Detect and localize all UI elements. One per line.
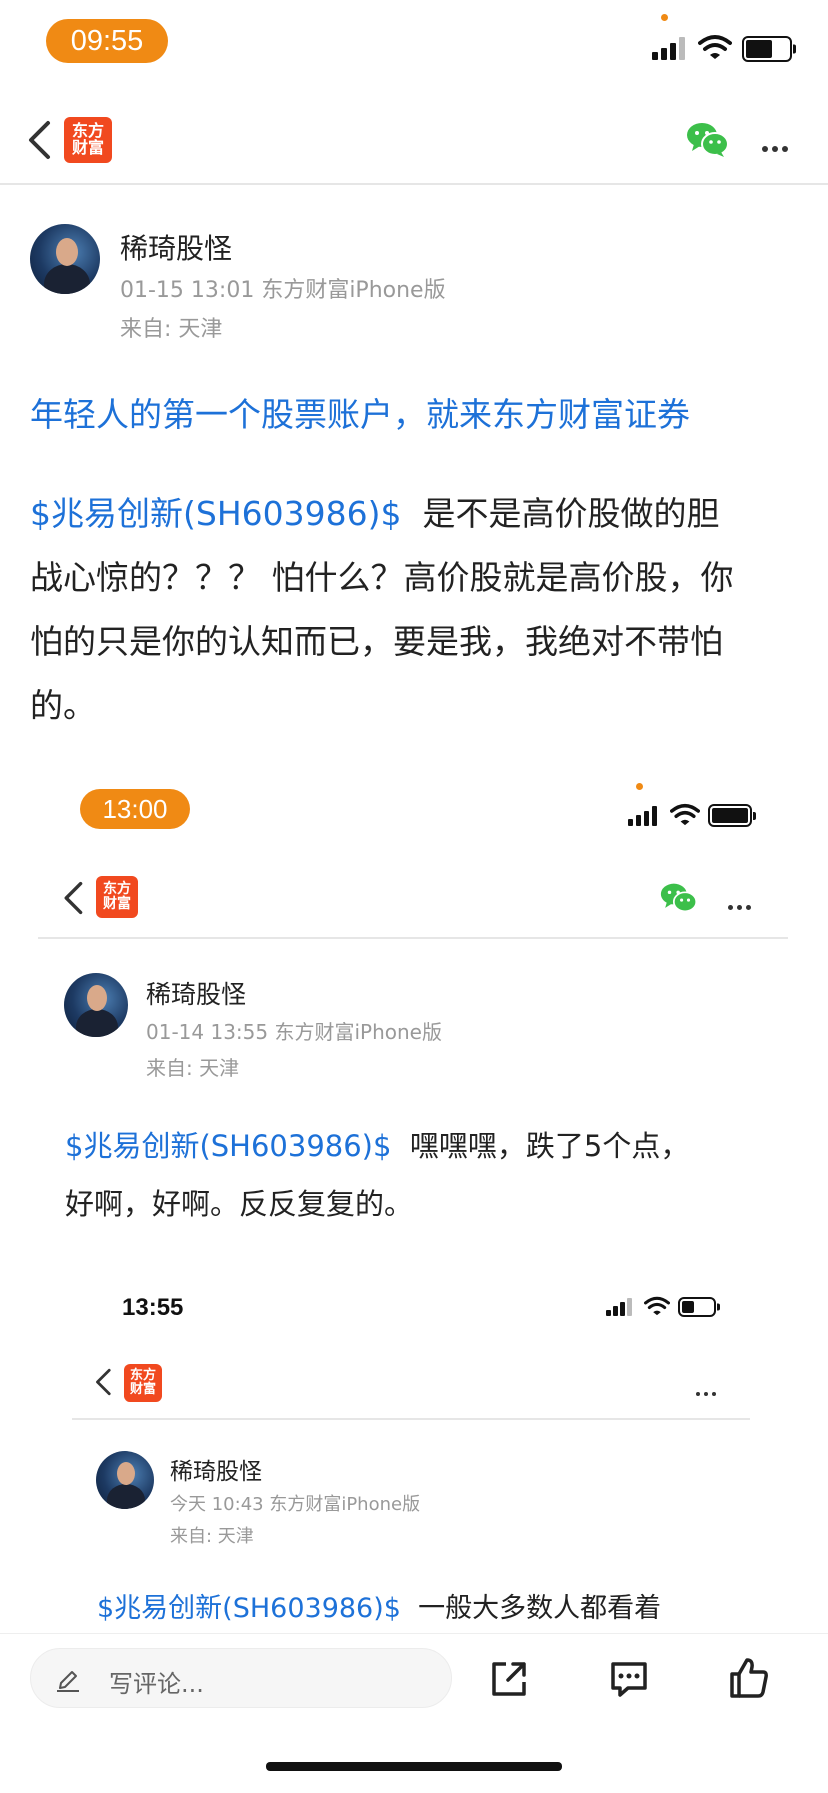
shot2-post-meta: 今天 10:43 东方财富iPhone版 xyxy=(170,1494,421,1515)
shot1-nav-divider xyxy=(38,937,788,939)
back-chevron-icon[interactable] xyxy=(26,120,52,160)
shot1-status-time: 13:00 xyxy=(80,789,190,829)
wifi-icon xyxy=(698,35,732,59)
stock-tag-link[interactable]: $兆易创新(SH603986)$ xyxy=(30,494,401,533)
shot2-post-location: 来自: 天津 xyxy=(170,1526,254,1547)
shot2-signal-icon xyxy=(606,1298,636,1316)
body-line4: 的。 xyxy=(30,686,96,725)
shot2-nav-divider xyxy=(72,1418,750,1420)
shot2-eastmoney-logo: 东方 财富 xyxy=(124,1364,162,1402)
shot1-signal-icon xyxy=(628,805,660,826)
shot2-wifi-icon xyxy=(644,1296,670,1316)
comment-icon[interactable] xyxy=(608,1658,650,1700)
shot2-post-body: $兆易创新(SH603986)$ 一般大多数人都看着 xyxy=(97,1586,737,1625)
more-options-icon[interactable] xyxy=(762,137,794,152)
body-line3: 怕的只是你的认知而已，要是我，我绝对不带怕 xyxy=(30,622,723,661)
shot2-author-name: 稀琦股怪 xyxy=(170,1459,262,1485)
shot2-author-avatar xyxy=(96,1451,154,1509)
post-body: $兆易创新(SH603986)$ 是不是高价股做的胆 战心惊的？？？ 怕什么？高… xyxy=(30,482,800,738)
eastmoney-logo: 东方 财富 xyxy=(64,117,112,163)
comment-input[interactable]: 写评论... xyxy=(30,1648,452,1708)
shot2-stock-tag: $兆易创新(SH603986)$ xyxy=(97,1593,401,1624)
privacy-indicator-dot xyxy=(661,14,668,21)
shot1-post-body: $兆易创新(SH603986)$ 嘿嘿嘿，跌了5个点， 好啊，好啊。反反复复的。 xyxy=(65,1117,765,1233)
shot2-more-icon xyxy=(696,1381,722,1396)
shot2-battery-icon xyxy=(678,1297,720,1317)
shot1-logo-line2: 财富 xyxy=(103,896,131,912)
pencil-icon xyxy=(57,1671,79,1692)
nav-divider xyxy=(0,183,828,185)
author-avatar[interactable] xyxy=(30,224,100,294)
shot1-post-location: 来自: 天津 xyxy=(146,1056,240,1080)
shot1-wechat-icon xyxy=(660,883,698,913)
post-location: 来自: 天津 xyxy=(120,317,223,342)
share-icon[interactable] xyxy=(488,1658,530,1700)
shot1-wifi-icon xyxy=(670,803,700,826)
shot1-battery-icon xyxy=(708,804,756,827)
status-time: 09:55 xyxy=(46,19,168,63)
shot1-privacy-dot xyxy=(636,783,643,790)
shot1-body-line1: 嘿嘿嘿，跌了5个点， xyxy=(409,1129,690,1163)
body-line1: 是不是高价股做的胆 xyxy=(422,494,720,533)
shot1-eastmoney-logo: 东方 财富 xyxy=(96,876,138,918)
logo-line2: 财富 xyxy=(71,138,104,157)
shot1-body-line2: 好啊，好啊。反反复复的。 xyxy=(65,1187,414,1221)
wechat-icon[interactable] xyxy=(686,120,730,158)
home-indicator[interactable] xyxy=(266,1762,562,1771)
post-meta: 01-15 13:01 东方财富iPhone版 xyxy=(120,278,446,303)
shot2-logo-line2: 财富 xyxy=(129,1382,156,1397)
shot1-post-meta: 01-14 13:55 东方财富iPhone版 xyxy=(146,1020,442,1044)
author-name[interactable]: 稀琦股怪 xyxy=(120,227,232,267)
shot1-stock-tag: $兆易创新(SH603986)$ xyxy=(65,1129,392,1163)
cellular-signal-icon xyxy=(652,36,686,60)
battery-icon xyxy=(742,36,796,62)
body-line2: 战心惊的？？？ 怕什么？高价股就是高价股，你 xyxy=(30,558,734,597)
shot1-back-chevron-icon xyxy=(64,881,83,915)
shot1-more-icon xyxy=(728,895,758,910)
comment-placeholder: 写评论... xyxy=(109,1670,204,1698)
shot2-body-line1: 一般大多数人都看着 xyxy=(418,1593,662,1624)
shot2-back-chevron-icon xyxy=(96,1368,111,1396)
promo-link[interactable]: 年轻人的第一个股票账户，就来东方财富证券 xyxy=(30,388,690,436)
shot1-author-avatar xyxy=(64,973,128,1037)
shot2-logo-line1: 东方 xyxy=(129,1368,156,1384)
shot1-author-name: 稀琦股怪 xyxy=(146,980,247,1009)
thumbs-up-icon[interactable] xyxy=(728,1656,770,1700)
shot2-status-time: 13:55 xyxy=(122,1294,184,1321)
shot1-logo-line1: 东方 xyxy=(103,881,131,898)
